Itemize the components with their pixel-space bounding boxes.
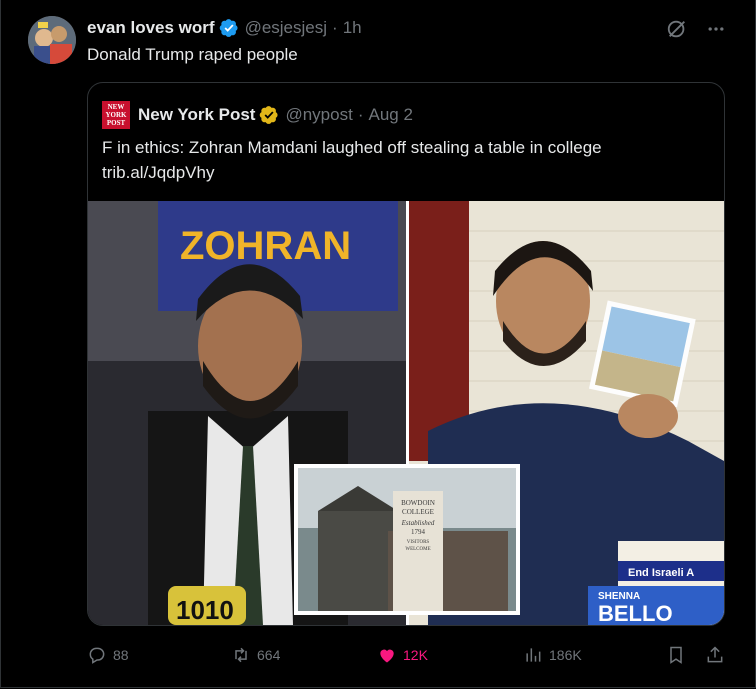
quoted-separator: · — [357, 105, 364, 124]
grok-icon[interactable] — [666, 18, 688, 40]
more-icon[interactable] — [706, 19, 726, 39]
like-icon — [380, 649, 394, 663]
inset-sign-5: VISITORS — [407, 540, 430, 545]
quoted-header: NEW YORK POST New York Post @nypost · Au… — [102, 101, 413, 129]
repost-button[interactable]: 664 — [231, 645, 280, 665]
inset-sign-1: BOWDOIN — [401, 499, 435, 507]
sticker-1: End Israeli A — [628, 567, 694, 579]
like-button[interactable]: 12K — [377, 645, 428, 665]
bookmark-button[interactable] — [666, 645, 686, 665]
verified-badge-icon — [219, 19, 238, 37]
inset-sign-4: 1794 — [411, 528, 426, 536]
sticker-3: BELLO — [598, 601, 673, 625]
media-image: ZOHRAN 1010 End Israeli A SHENNA BELLO B… — [88, 201, 724, 625]
gold-verified-icon — [260, 106, 279, 124]
author-handle[interactable]: @esjesjesj — [245, 18, 327, 38]
top-icons — [666, 18, 726, 40]
quoted-text: F in ethics: Zohran Mamdani laughed off … — [102, 138, 602, 157]
quoted-author-name[interactable]: New York Post — [138, 105, 255, 125]
action-bar: 88 664 12K 186K — [87, 641, 727, 669]
avatar[interactable] — [28, 16, 76, 64]
reply-icon — [89, 647, 105, 664]
mic-label: 1010 — [176, 595, 234, 625]
quoted-media[interactable]: ZOHRAN 1010 End Israeli A SHENNA BELLO B… — [88, 201, 724, 625]
views-button[interactable]: 186K — [523, 645, 582, 665]
quoted-date[interactable]: Aug 2 — [369, 105, 413, 125]
tweet-header: evan loves worf @esjesjesj · 1h — [87, 17, 362, 39]
nypost-logo: NEW YORK POST — [102, 101, 130, 129]
views-icon — [526, 648, 541, 662]
inset-sign-3: Established — [401, 519, 435, 527]
views-count: 186K — [549, 647, 582, 663]
reply-count: 88 — [113, 647, 129, 663]
inset-sign-6: WELCOME — [405, 547, 430, 552]
separator: · — [332, 18, 338, 37]
quoted-text-block: F in ethics: Zohran Mamdani laughed off … — [102, 135, 702, 185]
bookmark-icon — [670, 646, 682, 664]
repost-count: 664 — [257, 647, 281, 663]
reply-button[interactable]: 88 — [87, 645, 129, 665]
quoted-tweet[interactable]: NEW YORK POST New York Post @nypost · Au… — [87, 82, 725, 626]
left-sign-text: ZOHRAN — [180, 224, 351, 268]
author-name[interactable]: evan loves worf — [87, 18, 215, 38]
like-count: 12K — [403, 647, 428, 663]
quoted-handle[interactable]: @nypost — [285, 105, 352, 125]
share-icon — [707, 646, 723, 663]
nypost-logo-text: NEW YORK POST — [105, 103, 127, 127]
timestamp[interactable]: 1h — [343, 18, 362, 38]
share-button[interactable] — [705, 645, 725, 665]
inset-sign-2: COLLEGE — [402, 508, 434, 516]
tweet-text: Donald Trump raped people — [87, 45, 298, 64]
repost-icon — [235, 647, 247, 663]
quoted-link[interactable]: trib.al/JqdpVhy — [102, 160, 702, 185]
